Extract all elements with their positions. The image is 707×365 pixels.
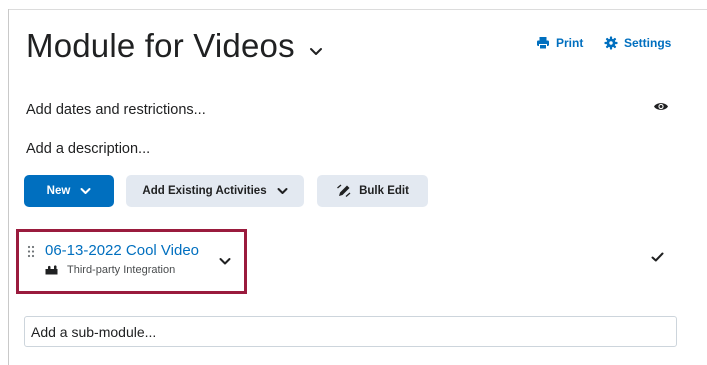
add-submodule-input[interactable] (24, 316, 677, 347)
activity-title-link[interactable]: 06-13-2022 Cool Video (45, 242, 199, 259)
chevron-down-icon[interactable] (309, 46, 323, 56)
content-frame-top-border (8, 9, 707, 10)
drag-handle-icon[interactable] (27, 245, 35, 258)
checkmark-icon (651, 252, 664, 262)
chevron-down-icon (277, 188, 288, 194)
bulk-edit-label: Bulk Edit (359, 185, 409, 197)
add-existing-activities-label: Add Existing Activities (142, 185, 267, 197)
settings-label: Settings (624, 36, 672, 50)
activity-highlight-frame (16, 229, 247, 294)
gear-icon (604, 36, 618, 50)
printer-icon (537, 37, 549, 50)
add-existing-activities-button[interactable]: Add Existing Activities (126, 175, 304, 207)
print-label: Print (556, 36, 584, 50)
activity-type: Third-party Integration (45, 264, 175, 276)
print-button[interactable]: Print (536, 36, 583, 50)
new-button-label: New (46, 185, 71, 197)
eye-icon[interactable] (653, 101, 669, 112)
bulk-edit-button[interactable]: Bulk Edit (317, 175, 428, 207)
chevron-down-icon[interactable] (219, 257, 231, 265)
add-description-link[interactable]: Add a description... (26, 141, 150, 157)
settings-button[interactable]: Settings (604, 36, 671, 50)
content-frame-left-border (8, 9, 9, 365)
activity-type-label: Third-party Integration (67, 264, 176, 276)
puzzle-icon (45, 265, 58, 275)
page-title: Module for Videos (26, 27, 295, 64)
add-dates-restrictions-link[interactable]: Add dates and restrictions... (26, 102, 206, 118)
module-title-row: Module for Videos (26, 26, 323, 66)
new-button[interactable]: New (24, 175, 114, 207)
pencil-icon (337, 184, 351, 197)
chevron-down-icon (80, 188, 91, 194)
